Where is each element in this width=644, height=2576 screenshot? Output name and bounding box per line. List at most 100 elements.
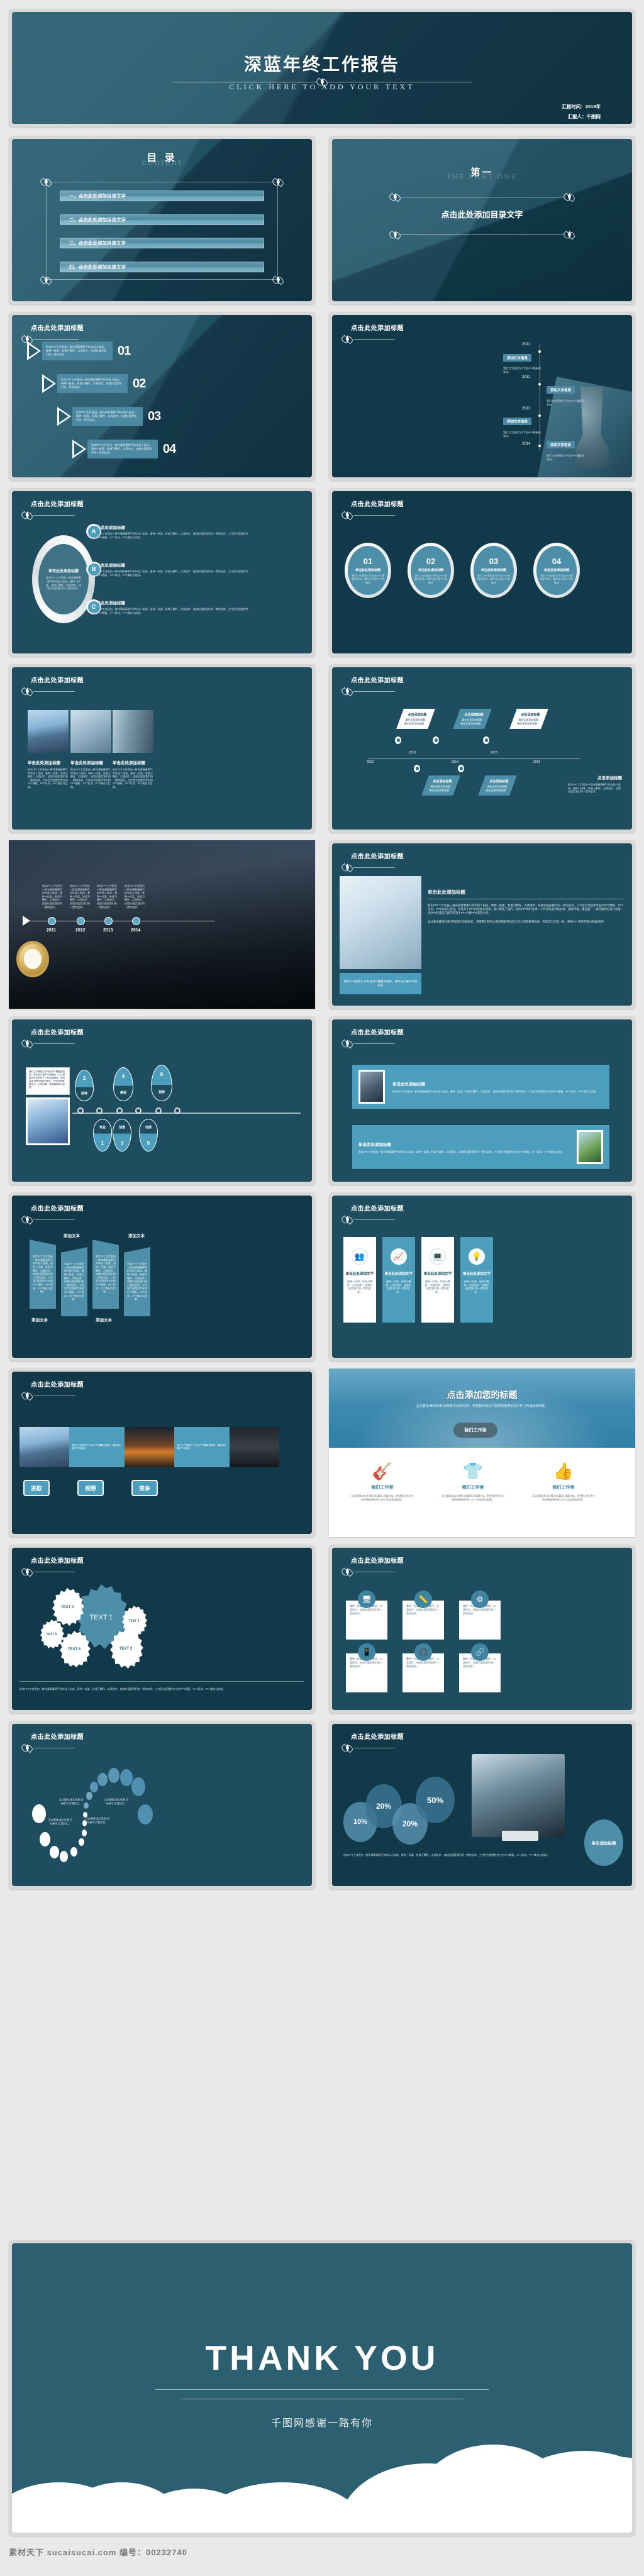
slide-four-circles[interactable]: 点击此处添加标题 01 单击此处添加标题 我们工作室致力于专业PPT模板的发布，… [329, 488, 635, 657]
arrow-text: 秋实PPT工作室由一群充满青春朝气的年轻人组成，春种一粒栗，秋收万颗籽，点滴进步… [87, 440, 158, 458]
balloon-item[interactable]: 创意 3 [113, 1119, 131, 1152]
balloon-item[interactable]: 专业 1 [93, 1119, 112, 1152]
accordion-panel[interactable]: 秋实PPT工作室由一群充满青春朝气的年轻人组成，春种一粒栗，秋收万颗籽，点滴进步… [61, 1247, 87, 1316]
timeline-node [414, 765, 420, 772]
lightbulb-icon: 💡 [469, 1248, 485, 1265]
balloon-item[interactable]: 4 美观 [113, 1067, 133, 1101]
slide-gears[interactable]: 点击此处添加标题 TEXT 1 TEXT 2 TEXT 3 TEXT 4 TEX… [9, 1545, 315, 1713]
catalog-title-en: content [142, 157, 182, 167]
arrow-item[interactable]: 秋实PPT工作室由一群充满青春朝气的年轻人组成，春种一粒栗，秋收万颗籽，点滴进步… [27, 341, 140, 360]
slide-catalog[interactable]: 目 录 content 一、点击此处添加目录文字 二、点击此处添加目录文字 三、… [9, 136, 315, 304]
slide-icon-columns[interactable]: 点击此处添加标题 👥 单击此处添加文字 春种一粒栗，秋收万颗籽，点滴进步，成就价… [329, 1192, 635, 1361]
abc-text: 秋实PPT工作室由一群充满青春朝气的年轻人组成，春种一粒栗，秋收万颗籽，点滴进步… [92, 570, 248, 577]
catalog-list: 一、点击此处添加目录文字 二、点击此处添加目录文字 三、点击此处添加目录文字 四… [60, 184, 264, 279]
diamond-ornament-icon [22, 686, 32, 696]
slide-parallelogram[interactable]: 点击此处添加标题 点击添加标题 请在这里添加标题 请在这里添加标题 点击添加标题… [329, 664, 635, 833]
timeline-node [395, 736, 401, 744]
building-banner: 我们工作室致力于专业PPT模板的发布，课件及汇报PPT的美化 [340, 973, 421, 994]
slide-accordion[interactable]: 点击此处添加标题 秋实PPT工作室由一群充满青春朝气的年轻人组成，春种一粒栗，秋… [9, 1192, 315, 1361]
gallery-button[interactable]: 视野 [77, 1480, 104, 1496]
slide-percent[interactable]: 点击此处添加标题 10% 20% 20% 50% 单击添加标题 秋实PPT工作室… [329, 1721, 635, 1889]
compass-icon: 📏 [414, 1591, 432, 1608]
badge-a-icon: A [86, 524, 101, 539]
abc-item[interactable]: A 单击此处添加标题 秋实PPT工作室由一群充满青春朝气的年轻人组成，春种一粒栗… [86, 524, 250, 539]
slide-part-one[interactable]: 第一 THE PART ONE 点击此处添加目录文字 [329, 136, 635, 304]
slide-balloons[interactable]: 点击此处添加标题 我们工作室致力于专业PPT模板的发布，课件及汇报PPT的美化，… [9, 1016, 315, 1185]
circle-title: 单击此处添加标题 [543, 568, 569, 572]
building-text-block: 单击此处添加标题 秋实PPT工作室由一群充满青春朝气的年轻人组成，春种一粒栗，秋… [428, 889, 625, 924]
icon-column[interactable]: 📈 单击此处添加文字 春种一粒栗，秋收万颗籽，点滴进步，成就价值是我们的一贯的追… [382, 1237, 415, 1323]
road-item[interactable]: 👕 我们工作室 品过春绿,难忘秋黄,回味春华,欣喜秋实。希望我们的活力和热情能带… [435, 1460, 511, 1502]
slide-photos[interactable]: 点击此处添加标题 单击此处添加标题 秋实PPT工作室由一群充满青春朝气的年轻人组… [9, 664, 315, 833]
gear-item[interactable]: TEXT 5 [40, 1619, 65, 1649]
slide-icon-grid[interactable]: 点击此处添加标题 春种一粒栗，秋收万颗籽，点滴进步，成就价值是我们的一贯的追求。… [329, 1545, 635, 1713]
catalog-item[interactable]: 一、点击此处添加目录文字 [60, 191, 264, 202]
arrow-item[interactable]: 秋实PPT工作室由一群充满青春朝气的年轻人组成，春种一粒栗，秋收万颗籽，点滴进步… [42, 374, 155, 393]
slide-header: 点击此处添加标题 [342, 675, 617, 696]
photo-lighthouse [124, 1427, 175, 1467]
catalog-item[interactable]: 四、点击此处添加目录文字 [60, 261, 264, 272]
accordion-panel[interactable]: 秋实PPT工作室由一群充满青春朝气的年轻人组成，春种一粒栗，秋收万颗籽，点滴进步… [92, 1240, 119, 1309]
abc-item[interactable]: B 单击此处添加标题 秋实PPT工作室由一群充满青春朝气的年轻人组成，春种一粒栗… [86, 562, 250, 577]
balloon-item[interactable]: 动感 5 [139, 1119, 158, 1152]
slide-ring-abc[interactable]: 点击此处添加标题 单击此处添加标题 秋实PPT工作室由一群充满青春朝气的年轻人组… [9, 488, 315, 657]
diamond-ornament-icon [22, 1214, 32, 1224]
slide-title: 点击此处添加标题 [31, 677, 84, 684]
road-item[interactable]: 🎸 我们工作室 品过春绿,难忘秋黄,回味春华,欣喜秋实。希望我们的活力和热情能带… [344, 1460, 421, 1502]
banner-row[interactable]: 单击此处添加标题 秋实PPT工作室由一群充满青春朝气的年轻人组成，春种一粒栗，秋… [352, 1065, 609, 1109]
slide-road[interactable]: 点击添加您的标题 品过春绿,难忘秋黄,回味春华,欣喜秋实。希望我们的活力和热情能… [329, 1368, 635, 1537]
circle-item[interactable]: 02 单击此处添加标题 我们工作室致力于专业PPT模板的发布，课件及汇报PPT的… [408, 543, 454, 598]
timeline-year: 2013 [522, 407, 531, 411]
para-box[interactable]: 点击添加标题 请在这里添加标题 请在这里添加标题 [478, 775, 517, 796]
slide-header: 点击此处添加标题 [22, 323, 297, 344]
banner-row[interactable]: 单击此处添加标题 秋实PPT工作室由一群充满青春朝气的年轻人组成，春种一粒栗，秋… [352, 1125, 609, 1169]
circle-item[interactable]: 03 单击此处添加标题 我们工作室致力于专业PPT模板的发布，课件及汇报PPT的… [470, 543, 517, 598]
timeline-axis [369, 758, 580, 759]
slide-title: 点击此处添加标题 [351, 1734, 404, 1741]
accordion-panel[interactable]: 秋实PPT工作室由一群充满青春朝气的年轻人组成，春种一粒栗，秋收万颗籽，点滴进步… [124, 1247, 150, 1316]
balloon-item[interactable]: 6 独特 [151, 1065, 172, 1101]
percent-bubble: 50% [416, 1777, 455, 1823]
gallery-strip: 我们工作室致力于专业PPT模板的发布，课件及汇报PPT的美化 我们工作室致力于专… [19, 1427, 280, 1467]
slide-banners[interactable]: 点击此处添加标题 单击此处添加标题 秋实PPT工作室由一群充满青春朝气的年轻人组… [329, 1016, 635, 1185]
balloon-item[interactable]: 2 独特 [75, 1070, 94, 1101]
slide-spiral[interactable]: 点击此处添加标题 品过春绿,难忘秋黄,回味春华,欣喜秋实。 品过春绿,难忘秋黄,… [9, 1721, 315, 1889]
arrow-item[interactable]: 秋实PPT工作室由一群充满青春朝气的年轻人组成，春种一粒栗，秋收万颗籽，点滴进步… [57, 407, 170, 426]
gallery-button[interactable]: 进取 [23, 1480, 50, 1496]
spiral-label: 品过春绿,难忘秋黄,回味春华,欣喜秋实。 [104, 1798, 129, 1805]
para-box[interactable]: 点击添加标题 请在这里添加标题 请在这里添加标题 [509, 709, 548, 729]
accordion-panel[interactable]: 秋实PPT工作室由一群充满青春朝气的年轻人组成，春种一粒栗，秋收万颗籽，点滴进步… [30, 1240, 56, 1309]
circle-item[interactable]: 01 单击此处添加标题 我们工作室致力于专业PPT模板的发布，课件及汇报PPT的… [345, 543, 391, 598]
arrow-item[interactable]: 秋实PPT工作室由一群充满青春朝气的年轻人组成，春种一粒栗，秋收万颗籽，点滴进步… [72, 440, 186, 458]
slide-building[interactable]: 点击此处添加标题 我们工作室致力于专业PPT模板的发布，课件及汇报PPT的美化 … [329, 840, 635, 1009]
road-item[interactable]: 👍 我们工作室 品过春绿,难忘秋黄,回味春华,欣喜秋实。希望我们的活力和热情能带… [525, 1460, 602, 1502]
catalog-item[interactable]: 三、点击此处添加目录文字 [60, 238, 264, 249]
slide-thank-you[interactable]: THANK YOU 千图网感谢一路有你 [9, 2240, 635, 2536]
laptop-icon: 💻 [430, 1248, 446, 1265]
road-item-title: 我们工作室 [371, 1485, 394, 1490]
percent-callout: 单击添加标题 [584, 1819, 623, 1866]
diamond-ornament-icon [342, 1743, 352, 1753]
slide-bridge[interactable]: 2011 2012 2013 2014 秋实PPT工作室由一群充满青春朝气的年轻… [9, 840, 315, 1009]
icon-column[interactable]: 👥 单击此处添加文字 春种一粒栗，秋收万颗籽，点滴进步，成就价值是我们的一贯的追… [343, 1237, 376, 1323]
circle-item[interactable]: 04 单击此处添加标题 我们工作室致力于专业PPT模板的发布，课件及汇报PPT的… [533, 543, 580, 598]
catalog-item[interactable]: 二、点击此处添加目录文字 [60, 214, 264, 225]
slide-header: 点击此处添加标题 [342, 1027, 617, 1048]
gallery-button[interactable]: 竞争 [131, 1480, 158, 1496]
timeline-tag: 添加文本信息 [503, 354, 532, 362]
photo-caption: 单击此处添加标题 秋实PPT工作室由一群充满青春朝气的年轻人组成，春种一粒栗，秋… [70, 759, 111, 789]
slide-cover[interactable]: 深蓝年终工作报告 CLICK HERE TO ADD YOUR TEXT 汇报时… [9, 9, 635, 127]
abc-item[interactable]: C 单击此处添加标题 秋实PPT工作室由一群充满青春朝气的年轻人组成，春种一粒栗… [86, 599, 250, 614]
photo-text: 秋实PPT工作室由一群充满青春朝气的年轻人组成，春种一粒栗，秋收万颗籽，点滴进步… [70, 768, 111, 789]
para-box[interactable]: 点击添加标题 请在这里添加标题 请在这里添加标题 [453, 709, 492, 729]
bridge-year: 2014 [131, 928, 141, 933]
icon-column[interactable]: 💻 单击此处添加文字 春种一粒栗，秋收万颗籽，点滴进步，成就价值是我们的一贯的追… [421, 1237, 454, 1323]
para-box[interactable]: 点击添加标题 请在这里添加标题 请在这里添加标题 [421, 775, 460, 796]
slide-gallery[interactable]: 点击此处添加标题 我们工作室致力于专业PPT模板的发布，课件及汇报PPT的美化 … [9, 1368, 315, 1537]
slide-trophy-timeline[interactable]: 点击此处添加标题 2011 2012 2013 2014 添加文本信息 我们工作… [329, 312, 635, 480]
icon-column[interactable]: 💡 单击此处添加文字 春种一粒栗，秋收万颗籽，点滴进步，成就价值是我们的一贯的追… [460, 1237, 493, 1323]
road-button[interactable]: 我们工作室 [453, 1423, 497, 1438]
slide-arrows[interactable]: 点击此处添加标题 秋实PPT工作室由一群充满青春朝气的年轻人组成，春种一粒栗，秋… [9, 312, 315, 480]
thank-you-subtitle: 千图网感谢一路有你 [270, 2418, 373, 2429]
para-box[interactable]: 点击添加标题 请在这里添加标题 请在这里添加标题 [396, 709, 435, 729]
